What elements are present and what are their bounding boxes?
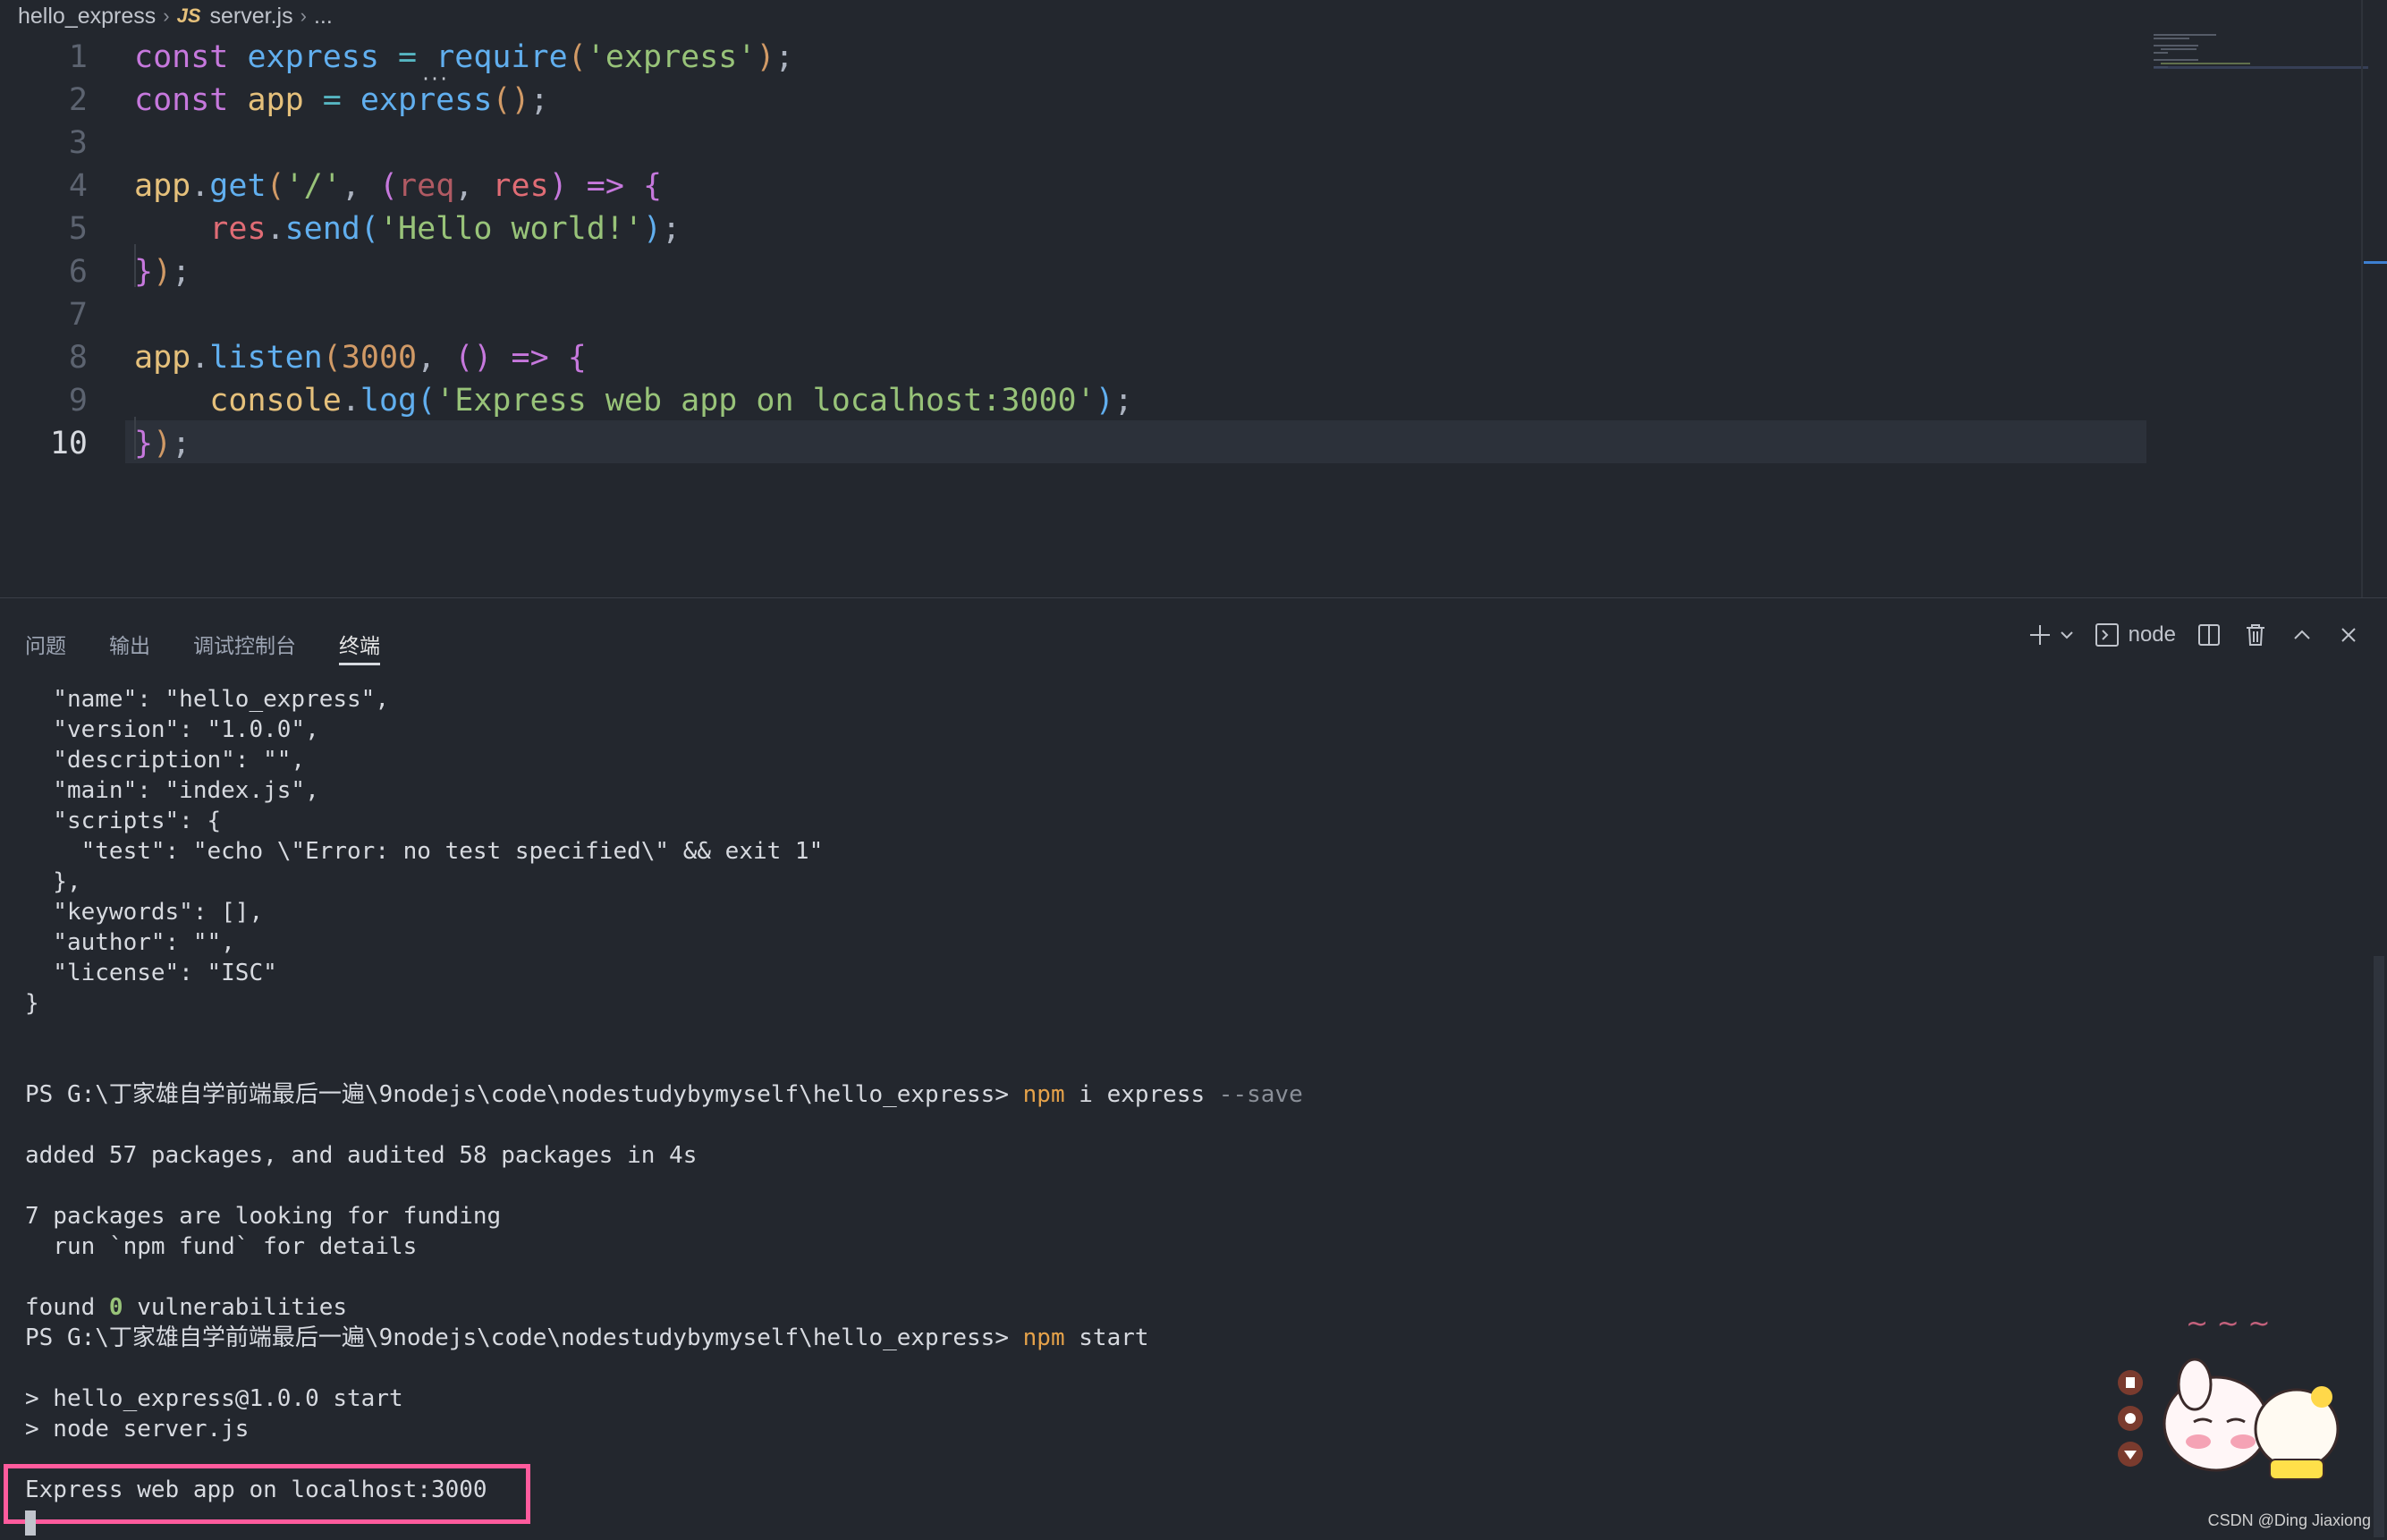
terminal-scrollbar[interactable] — [2374, 956, 2384, 1537]
terminal-line: > hello_express@1.0.0 start — [25, 1385, 403, 1412]
terminal-line: "name": "hello_express", — [25, 686, 389, 713]
command-args: start — [1064, 1324, 1149, 1351]
terminal-line: "description": "", — [25, 747, 306, 774]
breadcrumb-symbol[interactable]: ... — [314, 4, 333, 30]
code-line-9[interactable]: console.log('Express web app on localhos… — [134, 379, 1133, 422]
line-number: 10 — [49, 426, 88, 461]
minimap[interactable] — [2154, 32, 2368, 86]
chevron-right-icon: › — [300, 4, 307, 27]
vulnerability-count: 0 — [108, 1294, 123, 1321]
breadcrumb: hello_express › JS server.js › ... — [18, 0, 333, 32]
line-number: 5 — [68, 211, 88, 247]
terminal-instance[interactable]: node — [2095, 622, 2176, 647]
terminal-line: added 57 packages, and audited 58 packag… — [25, 1142, 698, 1169]
close-panel-icon[interactable] — [2335, 622, 2362, 648]
line-number: 6 — [68, 254, 88, 290]
command-name: npm — [1022, 1081, 1065, 1108]
panel-tabs: 问题 输出 调试控制台 终端 — [25, 618, 423, 665]
maximize-panel-icon[interactable] — [2289, 622, 2315, 648]
found-prefix: found — [25, 1294, 109, 1321]
terminal-line: "main": "index.js", — [25, 777, 319, 804]
terminal-line: "test": "echo \"Error: no test specified… — [25, 838, 824, 865]
terminal-prompt-line: PS G:\丁家雄自学前端最后一遍\9nodejs\code\nodestudy… — [25, 1323, 1303, 1353]
found-suffix: vulnerabilities — [123, 1294, 348, 1321]
code-line-2[interactable]: const app = express(); — [134, 79, 549, 122]
cartoon-sticker-image: ~ ~ ~ — [2118, 1308, 2340, 1480]
terminal-cursor — [25, 1510, 36, 1536]
svg-text:~ ~ ~: ~ ~ ~ — [2186, 1308, 2270, 1340]
code-line-5[interactable]: res.send('Hello world!'); — [134, 207, 681, 250]
trash-icon[interactable] — [2242, 622, 2269, 648]
new-terminal-icon[interactable] — [2027, 622, 2053, 648]
panel-actions: node — [2027, 622, 2362, 648]
breadcrumb-folder[interactable]: hello_express — [18, 4, 156, 30]
editor-scrollbar[interactable] — [2361, 0, 2363, 597]
bottom-panel: 问题 输出 调试控制台 终端 node "name": "hello_expre… — [0, 597, 2387, 1540]
line-number: 3 — [68, 125, 88, 161]
breadcrumb-file[interactable]: server.js — [210, 4, 293, 30]
terminal-line: }, — [25, 868, 81, 895]
terminal-prompt-line: PS G:\丁家雄自学前端最后一遍\9nodejs\code\nodestudy… — [25, 1079, 1303, 1110]
code-editor[interactable]: 1 const express = require('express'); ···… — [0, 36, 2155, 590]
prompt-path: PS G:\丁家雄自学前端最后一遍\9nodejs\code\nodestudy… — [25, 1324, 1009, 1351]
line-number: 2 — [68, 82, 88, 118]
terminal-output[interactable]: "name": "hello_express", "version": "1.0… — [25, 684, 1303, 1505]
terminal-line: 7 packages are looking for funding — [25, 1203, 502, 1230]
terminal-line: "keywords": [], — [25, 899, 264, 926]
tab-terminal[interactable]: 终端 — [339, 618, 380, 665]
terminal-shell-label: node — [2128, 622, 2176, 647]
code-line-1[interactable]: const express = require('express'); — [134, 36, 794, 79]
code-line-10[interactable]: }); — [134, 422, 190, 465]
line-number: 4 — [68, 168, 88, 204]
prompt-path: PS G:\丁家雄自学前端最后一遍\9nodejs\code\nodestudy… — [25, 1081, 1009, 1108]
chevron-down-icon[interactable] — [2059, 622, 2075, 648]
line-number: 8 — [68, 340, 88, 376]
line-number: 9 — [68, 383, 88, 419]
terminal-line: } — [25, 990, 39, 1017]
tab-debug-console[interactable]: 调试控制台 — [193, 618, 296, 663]
current-line-highlight — [125, 420, 2146, 463]
command-args: i express — [1064, 1081, 1219, 1108]
code-line-6[interactable]: }); — [134, 250, 190, 293]
terminal-icon — [2095, 623, 2119, 647]
split-terminal-icon[interactable] — [2196, 622, 2222, 648]
highlight-box — [4, 1464, 530, 1524]
watermark: CSDN @Ding Jiaxiong — [2207, 1511, 2371, 1529]
chevron-right-icon: › — [163, 4, 170, 27]
tab-output[interactable]: 输出 — [109, 618, 150, 663]
terminal-line: > node server.js — [25, 1416, 250, 1443]
terminal-line: run `npm fund` for details — [25, 1233, 418, 1260]
command-name: npm — [1022, 1324, 1065, 1351]
terminal-line: "version": "1.0.0", — [25, 716, 319, 743]
terminal-line: found 0 vulnerabilities — [25, 1292, 1303, 1323]
line-number: 7 — [68, 297, 88, 333]
line-number: 1 — [68, 39, 88, 75]
terminal-line: "author": "", — [25, 929, 235, 956]
code-line-8[interactable]: app.listen(3000, () => { — [134, 336, 587, 379]
js-file-icon: JS — [176, 4, 201, 27]
tab-problems[interactable]: 问题 — [25, 618, 66, 663]
terminal-line: "scripts": { — [25, 808, 222, 834]
command-flag: --save — [1218, 1081, 1303, 1108]
code-line-4[interactable]: app.get('/', (req, res) => { — [134, 165, 662, 207]
scroll-marker — [2364, 261, 2387, 264]
terminal-line: "license": "ISC" — [25, 960, 277, 986]
